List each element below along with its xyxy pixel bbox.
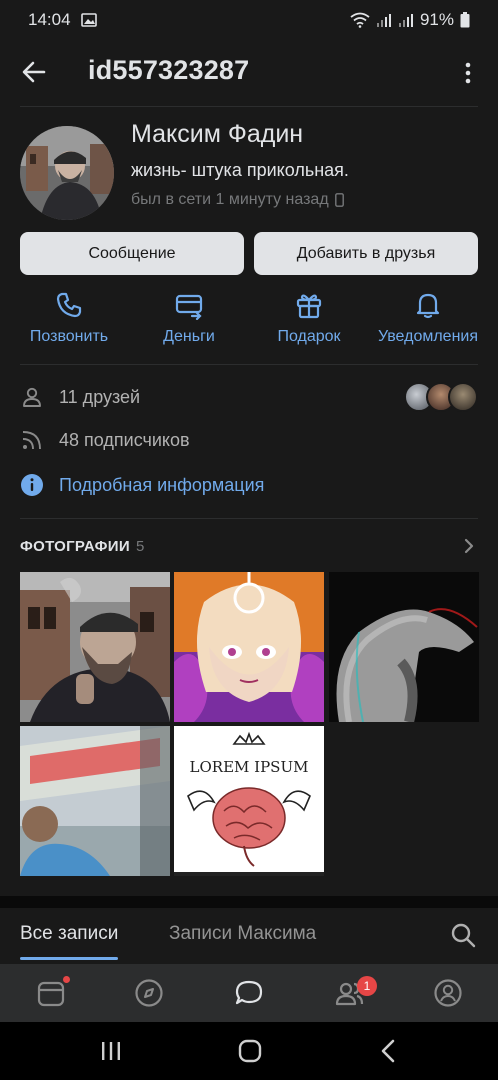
message-button[interactable]: Сообщение bbox=[20, 232, 244, 275]
call-label: Позвонить bbox=[29, 328, 109, 345]
profile-name: Максим Фадин bbox=[131, 120, 304, 148]
tab-all-posts[interactable]: Все записи bbox=[20, 923, 119, 960]
online-status-text: был в сети 1 минуту назад bbox=[131, 191, 329, 208]
news-dot bbox=[63, 976, 70, 983]
info-divider bbox=[20, 518, 478, 519]
gallery-notification-icon bbox=[80, 13, 97, 27]
page-title: id557323287 bbox=[88, 55, 250, 85]
signal-icon-2 bbox=[398, 14, 413, 27]
money-label: Деньги bbox=[163, 328, 215, 345]
search-icon[interactable] bbox=[450, 922, 476, 948]
profile-actions: Позвонить Деньги Подарок Уведомления bbox=[0, 290, 498, 354]
gift-action[interactable]: Подарок bbox=[266, 290, 352, 346]
mobile-icon bbox=[334, 193, 344, 207]
profile-status: жизнь- штука прикольная. bbox=[131, 160, 349, 180]
photos-count: 5 bbox=[135, 538, 145, 555]
avatar[interactable] bbox=[20, 126, 114, 220]
friends-badge: 1 bbox=[357, 976, 377, 996]
messages-icon[interactable] bbox=[234, 978, 264, 1008]
more-vertical-icon[interactable] bbox=[458, 60, 478, 86]
friend-avatar-3 bbox=[448, 382, 478, 412]
followers-count: 48 подписчиков bbox=[59, 429, 190, 450]
section-separator bbox=[0, 896, 498, 908]
gift-icon bbox=[296, 294, 322, 319]
back-arrow-icon[interactable] bbox=[20, 58, 48, 86]
status-bar: 14:04 91% bbox=[0, 0, 498, 40]
home-icon[interactable] bbox=[237, 1038, 263, 1064]
bottom-navigation: 1 bbox=[0, 964, 498, 1022]
photo-5[interactable]: LOREM IPSUM bbox=[174, 726, 324, 876]
call-action[interactable]: Позвонить bbox=[22, 290, 116, 346]
online-status: был в сети 1 минуту назад bbox=[131, 191, 344, 209]
photos-header[interactable]: ФОТОГРАФИИ 5 bbox=[20, 538, 145, 555]
logo-text: LOREM IPSUM bbox=[190, 758, 309, 776]
system-back-icon[interactable] bbox=[376, 1038, 402, 1064]
wifi-icon bbox=[350, 12, 370, 28]
phone-icon bbox=[56, 292, 82, 318]
add-friend-button[interactable]: Добавить в друзья bbox=[254, 232, 478, 275]
chevron-right-icon[interactable] bbox=[462, 536, 476, 556]
system-navigation bbox=[0, 1022, 498, 1080]
battery-icon bbox=[460, 12, 470, 28]
user-icon bbox=[23, 387, 41, 407]
photo-2[interactable] bbox=[174, 572, 324, 722]
friend-avatars[interactable] bbox=[404, 382, 478, 412]
battery-percent: 91% bbox=[419, 10, 454, 29]
money-action[interactable]: Деньги bbox=[146, 290, 232, 346]
status-left: 14:04 bbox=[28, 10, 97, 30]
recent-apps-icon[interactable] bbox=[98, 1038, 124, 1064]
tab-own-posts[interactable]: Записи Максима bbox=[169, 923, 316, 945]
profile-icon[interactable] bbox=[433, 978, 463, 1008]
signal-icon-1 bbox=[376, 14, 391, 27]
wall-tabs: Все записи Записи Максима bbox=[0, 908, 498, 964]
photo-1[interactable] bbox=[20, 572, 170, 722]
profile-header: id557323287 bbox=[0, 46, 498, 98]
bell-icon bbox=[416, 293, 440, 319]
status-time: 14:04 bbox=[28, 10, 71, 29]
compass-icon[interactable] bbox=[134, 978, 164, 1008]
rss-icon bbox=[22, 431, 41, 450]
notifications-label: Уведомления bbox=[377, 328, 479, 345]
money-icon bbox=[175, 294, 203, 320]
gift-label: Подарок bbox=[277, 328, 341, 345]
header-divider bbox=[20, 106, 478, 107]
status-right: 91% bbox=[350, 10, 470, 30]
notifications-action[interactable]: Уведомления bbox=[370, 290, 486, 346]
friends-count: 11 друзей bbox=[59, 386, 141, 407]
friends-row[interactable]: 11 друзей bbox=[20, 385, 140, 409]
info-icon bbox=[21, 474, 43, 496]
details-row[interactable]: Подробная информация bbox=[20, 473, 264, 497]
photo-3[interactable] bbox=[329, 572, 479, 722]
photo-4[interactable] bbox=[20, 726, 170, 876]
followers-row[interactable]: 48 подписчиков bbox=[20, 428, 190, 452]
actions-divider bbox=[20, 364, 478, 365]
details-link: Подробная информация bbox=[59, 474, 265, 495]
photos-title: ФОТОГРАФИИ bbox=[20, 538, 130, 555]
news-feed-icon[interactable] bbox=[36, 978, 66, 1008]
